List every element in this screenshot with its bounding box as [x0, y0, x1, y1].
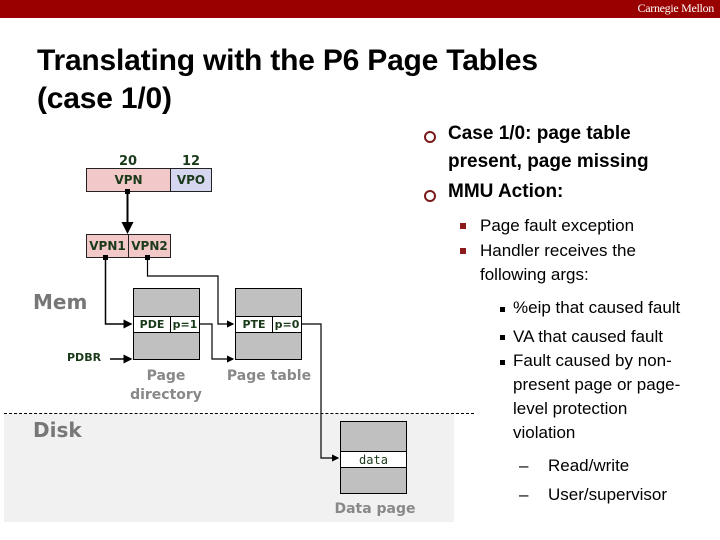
bullet-case-1-0: Case 1/0: page table present, page missi… — [448, 120, 649, 176]
bullet-fault-cause: Fault caused by non- present page or pag… — [513, 349, 680, 445]
bullet-handler-args: Handler receives the following args: — [480, 239, 636, 287]
pde-to-page-table-arrow — [200, 323, 235, 363]
bullet-ring-icon — [424, 190, 436, 202]
bullet-read-write: Read/write — [548, 456, 630, 475]
bullet-page-fault: Page fault exception — [480, 216, 635, 235]
bullet-line: following args: — [480, 265, 589, 284]
bullet-square-icon — [460, 223, 466, 229]
bullet-line: Case 1/0: page table — [448, 123, 631, 144]
bullet-line: present page or page- — [513, 375, 681, 394]
bullet-ring-icon — [424, 131, 436, 143]
bullet-va: VA that caused fault — [513, 327, 663, 346]
dash-bullet-icon: – — [519, 456, 529, 475]
bullet-square-icon — [500, 307, 505, 312]
bullet-line: present, page missing — [448, 151, 649, 172]
bullet-eip: %eip that caused fault — [513, 298, 681, 317]
bullet-square-icon — [500, 360, 505, 365]
bullet-line: Handler receives the — [480, 241, 636, 260]
bullet-line: level protection — [513, 399, 628, 418]
bullet-line: Fault caused by non- — [513, 351, 672, 370]
bullet-line: violation — [513, 423, 576, 442]
dash-bullet-icon: – — [519, 485, 529, 504]
pte-to-data-arrow — [302, 323, 340, 462]
vpn1-to-pde-arrow — [104, 258, 133, 329]
bullet-square-icon — [500, 335, 505, 340]
bullet-user-supervisor: User/supervisor — [548, 485, 668, 504]
bullet-mmu-action: MMU Action: — [448, 181, 564, 202]
vpn2-to-pte-arrow — [146, 258, 235, 328]
bullet-square-icon — [460, 248, 466, 254]
